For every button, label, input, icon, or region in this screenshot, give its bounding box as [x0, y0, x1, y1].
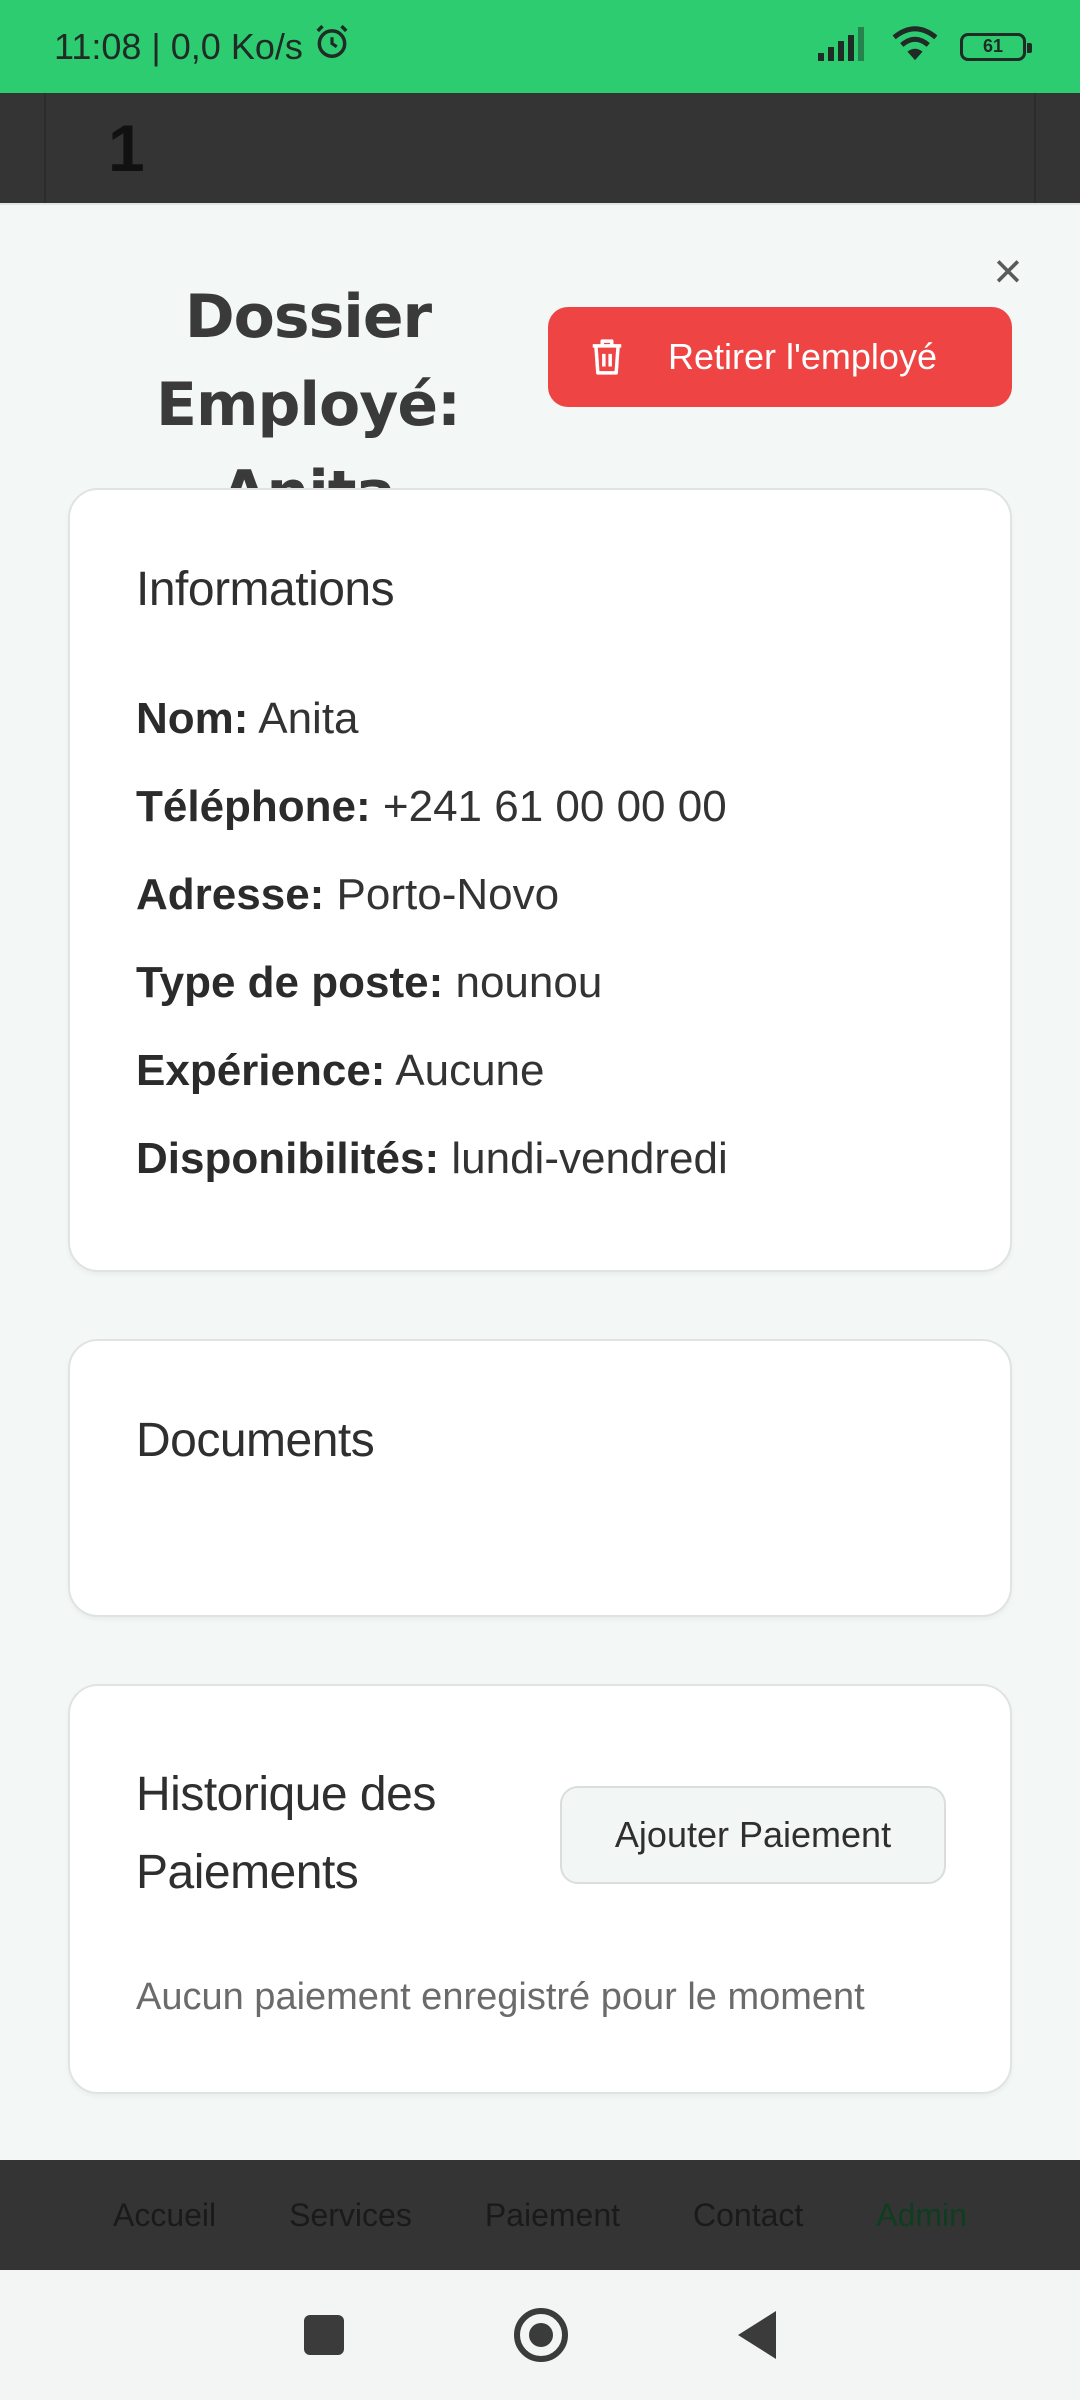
trash-icon — [588, 336, 626, 378]
background-header: 1 — [0, 93, 1080, 203]
info-value: Porto-Novo — [336, 870, 560, 919]
remove-employee-button[interactable]: Retirer l'employé — [548, 307, 1012, 407]
info-row-position: Type de poste: nounou — [136, 939, 728, 1027]
info-card: Informations Nom: Anita Téléphone: +241 … — [68, 488, 1012, 1272]
home-icon[interactable] — [514, 2308, 568, 2362]
info-label: Expérience: — [136, 1046, 386, 1095]
info-value: nounou — [455, 958, 603, 1007]
info-row-availability: Disponibilités: lundi-vendredi — [136, 1115, 728, 1203]
alarm-icon — [313, 23, 351, 70]
info-label: Téléphone: — [136, 782, 371, 831]
status-separator: | — [151, 25, 161, 67]
info-row-address: Adresse: Porto-Novo — [136, 851, 728, 939]
info-label: Nom: — [136, 694, 249, 743]
background-number: 1 — [108, 111, 145, 185]
info-value: +241 61 00 00 00 — [382, 782, 727, 831]
info-label: Disponibilités: — [136, 1134, 440, 1183]
status-speed: 0,0 Ko/s — [170, 25, 303, 67]
info-card-title: Informations — [136, 563, 395, 616]
remove-employee-label: Retirer l'employé — [668, 336, 937, 377]
status-bar: 11:08 | 0,0 Ko/s 61 — [0, 0, 1080, 93]
background-bottom-nav: Accueil Services Paiement Contact Admin — [0, 2160, 1080, 2270]
wifi-icon — [892, 26, 938, 67]
status-time: 11:08 — [54, 25, 142, 67]
info-list: Nom: Anita Téléphone: +241 61 00 00 00 A… — [136, 675, 728, 1203]
payments-empty-message: Aucun paiement enregistré pour le moment — [136, 1976, 865, 2018]
info-row-phone: Téléphone: +241 61 00 00 00 — [136, 763, 728, 851]
info-value: Anita — [258, 694, 359, 743]
info-value: lundi-vendredi — [451, 1134, 728, 1183]
payments-card-title: Historique des Paiements — [136, 1768, 436, 1899]
info-value: Aucune — [395, 1046, 545, 1095]
recent-apps-icon[interactable] — [304, 2315, 344, 2355]
info-label: Adresse: — [136, 870, 325, 919]
system-nav-bar — [0, 2270, 1080, 2400]
documents-card: Documents — [68, 1339, 1012, 1617]
nav-item-services: Services — [289, 2196, 412, 2233]
info-label: Type de poste: — [136, 958, 444, 1007]
info-row-name: Nom: Anita — [136, 675, 728, 763]
payments-card: Historique des Paiements Ajouter Paiemen… — [68, 1684, 1012, 2094]
employee-modal: × Dossier Employé: Anita Retirer l'emplo… — [0, 203, 1080, 2160]
back-icon[interactable] — [738, 2311, 776, 2359]
nav-item-contact: Contact — [692, 2196, 804, 2233]
nav-item-paiement: Paiement — [484, 2196, 620, 2233]
nav-item-accueil: Accueil — [112, 2196, 217, 2233]
background-card-edge — [44, 93, 1036, 203]
status-left: 11:08 | 0,0 Ko/s — [54, 23, 351, 70]
battery-icon: 61 — [960, 32, 1032, 61]
nav-item-admin: Admin — [876, 2196, 967, 2233]
status-right: 61 — [818, 26, 1032, 67]
documents-card-title: Documents — [136, 1414, 375, 1467]
add-payment-button[interactable]: Ajouter Paiement — [560, 1786, 946, 1884]
signal-icon — [818, 27, 870, 66]
close-button[interactable]: × — [982, 245, 1034, 297]
info-row-experience: Expérience: Aucune — [136, 1027, 728, 1115]
